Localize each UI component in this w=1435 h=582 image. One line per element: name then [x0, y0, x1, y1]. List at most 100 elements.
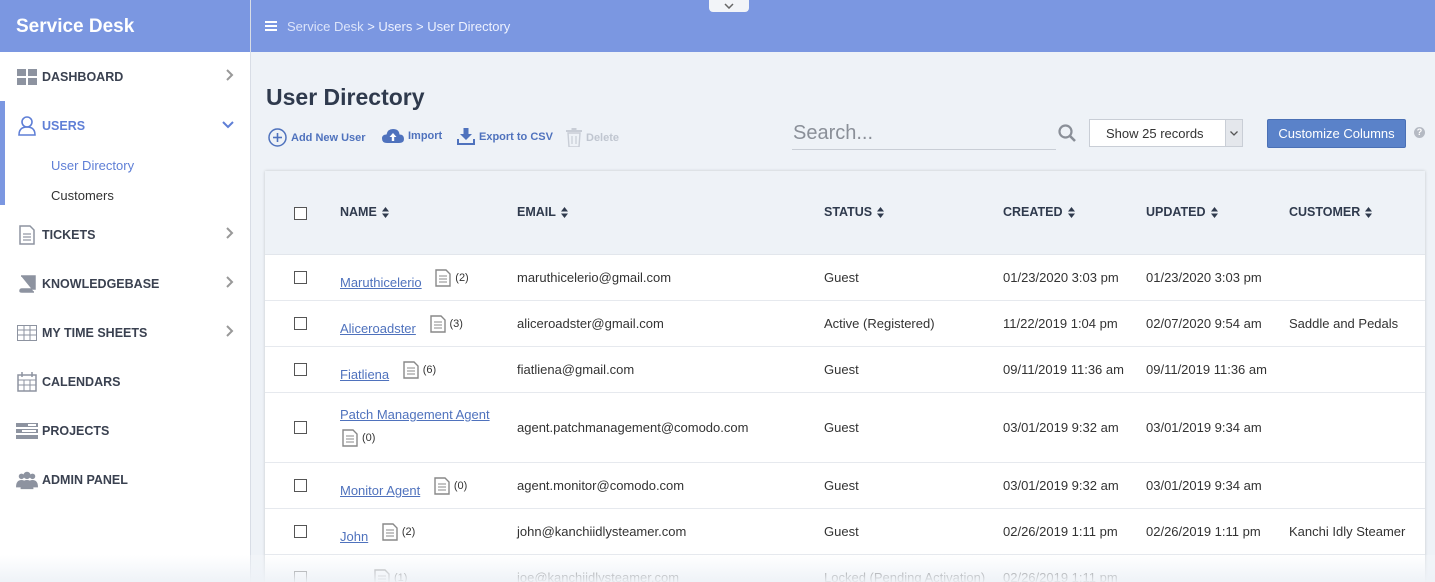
sidebar-item-label: ADMIN PANEL [42, 472, 128, 487]
column-header-customer[interactable]: CUSTOMER [1289, 205, 1373, 219]
row-created: 03/01/2019 9:32 am [1003, 420, 1119, 435]
notes-count: (0) [453, 480, 468, 492]
row-checkbox[interactable] [294, 421, 307, 434]
user-name-link[interactable]: Fiatliena [340, 367, 389, 382]
row-checkbox[interactable] [294, 571, 307, 582]
sidebar-item-projects[interactable]: PROJECTS [0, 406, 250, 455]
notes-count: (0) [362, 432, 376, 444]
user-name-link[interactable]: Monitor Agent [340, 483, 420, 498]
sidebar-item-label: DASHBOARD [42, 69, 124, 84]
sidebar-subitem-user-directory[interactable]: User Directory [0, 150, 250, 180]
column-header-label: CREATED [1003, 205, 1063, 219]
select-all-checkbox[interactable] [294, 207, 307, 220]
sidebar-item-dashboard[interactable]: DASHBOARD [0, 52, 250, 101]
trash-icon [566, 128, 582, 147]
notes-indicator[interactable]: (2) [382, 523, 415, 541]
user-name-link[interactable]: Aliceroadster [340, 321, 416, 336]
column-header-label: UPDATED [1146, 205, 1206, 219]
chevron-right-icon [226, 69, 234, 84]
search-icon[interactable] [1058, 124, 1076, 147]
collapse-header-toggle[interactable] [709, 0, 749, 12]
table-row[interactable]: Aliceroadster (3) aliceroadster@gmail.co… [265, 301, 1425, 347]
note-icon [374, 569, 390, 582]
row-customer: Kanchi Idly Steamer [1289, 524, 1406, 539]
search-input[interactable] [792, 118, 1056, 150]
add-new-user-button[interactable]: Add New User [268, 128, 366, 147]
breadcrumb-root[interactable]: Service Desk [287, 19, 364, 34]
row-checkbox[interactable] [294, 271, 307, 284]
customize-columns-button[interactable]: Customize Columns [1267, 119, 1406, 148]
sidebar-item-my-time-sheets[interactable]: MY TIME SHEETS [0, 308, 250, 357]
sort-icon [1210, 206, 1218, 218]
notes-indicator[interactable]: (0) [434, 477, 467, 495]
table-row[interactable]: Monitor Agent (0) agent.monitor@comodo.c… [265, 463, 1425, 509]
row-checkbox[interactable] [294, 479, 307, 492]
chevron-right-icon [226, 276, 234, 291]
sidebar: Service Desk DASHBOARD USERS User Direct… [0, 0, 251, 582]
column-header-created[interactable]: CREATED [1003, 205, 1075, 219]
notes-indicator[interactable]: (0) [342, 429, 375, 447]
user-name-link[interactable]: Maruthicelerio [340, 275, 422, 290]
delete-button[interactable]: Delete [566, 128, 619, 147]
column-header-name[interactable]: NAME [340, 205, 389, 219]
projects-icon [16, 421, 38, 441]
sidebar-subitem-customers[interactable]: Customers [0, 180, 250, 210]
records-per-page-select[interactable]: Show 25 records [1089, 119, 1243, 147]
chevron-right-icon [226, 227, 234, 242]
table-row[interactable]: (1) joe@kanchiidlysteamer.com Locked (Pe… [265, 555, 1425, 582]
notes-indicator[interactable]: (6) [403, 361, 436, 379]
user-name-link[interactable]: Patch Management Agent [340, 407, 490, 422]
breadcrumb-users[interactable]: Users [378, 19, 412, 34]
notes-indicator[interactable]: (1) [374, 569, 407, 582]
sort-icon [381, 206, 389, 218]
breadcrumb-separator: > [416, 18, 424, 34]
row-status: Active (Registered) [824, 316, 935, 331]
column-header-updated[interactable]: UPDATED [1146, 205, 1218, 219]
user-table: NAME EMAIL STATUS CREATED UPDATED CUSTOM… [265, 171, 1425, 582]
sidebar-item-label: PROJECTS [42, 423, 110, 438]
help-icon[interactable]: ? [1414, 127, 1425, 138]
row-checkbox[interactable] [294, 363, 307, 376]
row-email: joe@kanchiidlysteamer.com [517, 570, 680, 582]
notes-indicator[interactable]: (3) [429, 315, 463, 333]
import-label: Import [408, 130, 443, 142]
column-header-label: EMAIL [517, 205, 556, 219]
column-header-email[interactable]: EMAIL [517, 205, 568, 219]
note-icon [342, 429, 358, 447]
chevron-down-icon [1225, 120, 1242, 146]
table-row[interactable]: Maruthicelerio (2) maruthicelerio@gmail.… [265, 255, 1425, 301]
column-header-status[interactable]: STATUS [824, 205, 885, 219]
sidebar-item-tickets[interactable]: TICKETS [0, 210, 250, 259]
row-checkbox[interactable] [294, 317, 307, 330]
row-email: john@kanchiidlysteamer.com [517, 524, 687, 539]
row-checkbox[interactable] [294, 525, 307, 538]
delete-label: Delete [586, 131, 620, 144]
records-per-page-value: Show 25 records [1106, 126, 1204, 141]
row-status: Guest [824, 362, 859, 377]
table-row[interactable]: John (2) john@kanchiidlysteamer.com Gues… [265, 509, 1425, 555]
sidebar-item-knowledgebase[interactable]: KNOWLEDGEBASE [0, 259, 250, 308]
dashboard-icon [16, 67, 38, 87]
table-row[interactable]: Patch Management Agent (0) agent.patchma… [265, 393, 1425, 463]
user-name-link[interactable]: John [340, 529, 368, 544]
sidebar-item-admin-panel[interactable]: ADMIN PANEL [0, 455, 250, 504]
sidebar-item-calendars[interactable]: CALENDARS [0, 357, 250, 406]
sidebar-item-users[interactable]: USERS [0, 101, 250, 150]
row-name-cell: Aliceroadster (3) [340, 315, 463, 336]
hamburger-menu-icon[interactable] [265, 19, 277, 34]
row-created: 02/26/2019 1:11 pm [1003, 524, 1118, 539]
sort-icon [560, 206, 568, 218]
export-to-csv-button[interactable]: Export to CSV [457, 128, 553, 146]
notes-count: (3) [449, 318, 463, 330]
table-row[interactable]: Fiatliena (6) fiatliena@gmail.com Guest … [265, 347, 1425, 393]
import-button[interactable]: Import [382, 128, 442, 144]
row-updated: 09/11/2019 11:36 am [1146, 362, 1267, 377]
admin-icon [16, 470, 38, 490]
user-icon [16, 115, 38, 136]
row-status: Guest [824, 524, 859, 539]
sidebar-item-label: USERS [42, 118, 86, 133]
notes-count: (2) [455, 272, 469, 284]
app-title[interactable]: Service Desk [0, 0, 250, 52]
notes-indicator[interactable]: (2) [435, 269, 469, 287]
row-email: maruthicelerio@gmail.com [517, 270, 672, 285]
